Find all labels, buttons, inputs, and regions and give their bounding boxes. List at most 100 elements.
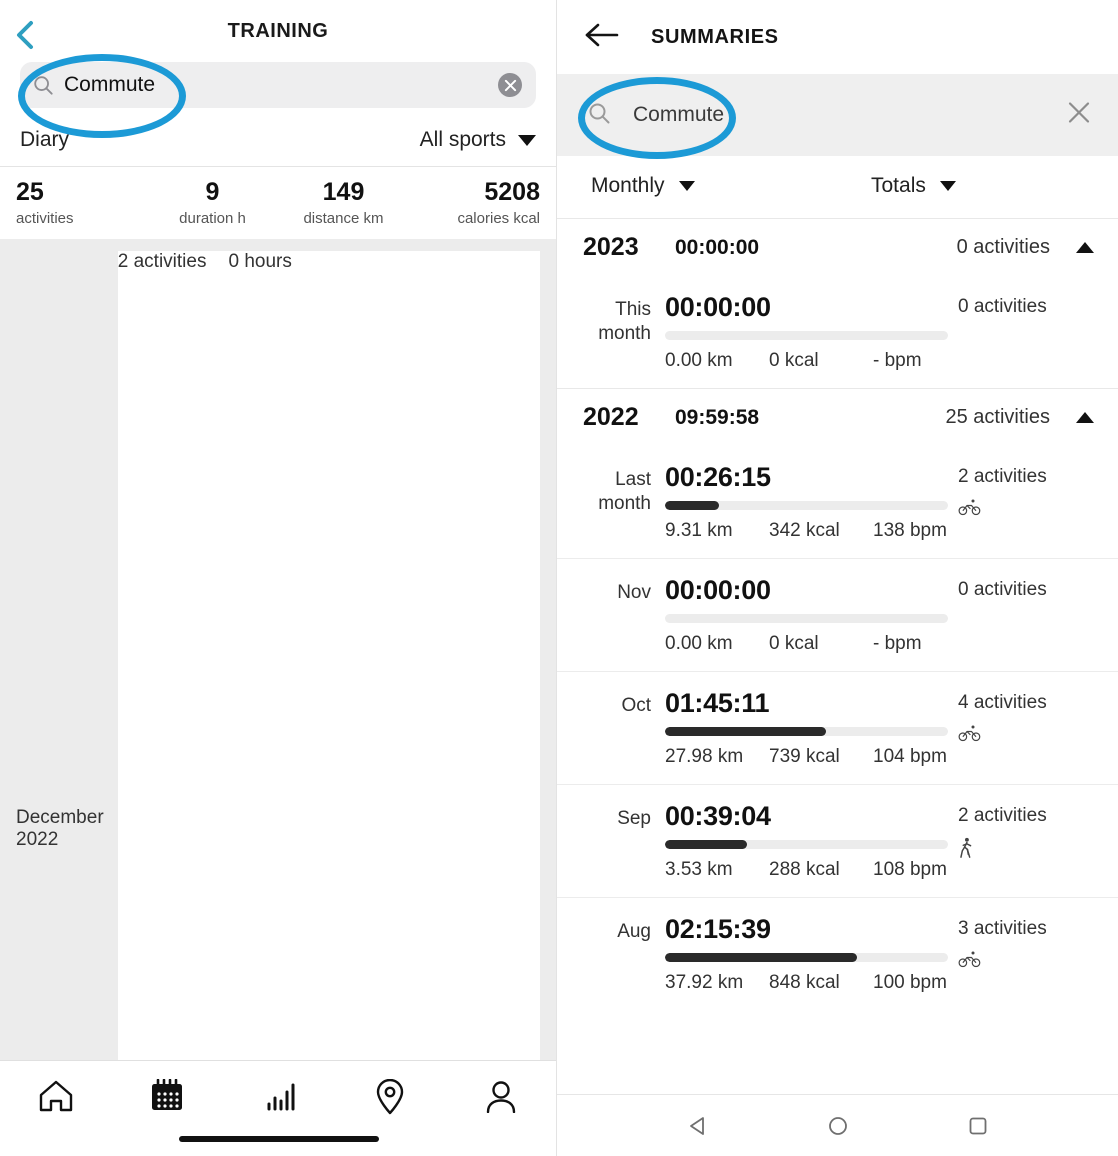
row-activities: 0 activities bbox=[958, 579, 1047, 600]
chevron-left-icon[interactable] bbox=[12, 20, 38, 50]
person-icon bbox=[484, 1079, 518, 1118]
year-header-2023[interactable]: 2023 00:00:00 0 activities bbox=[557, 218, 1118, 276]
month-activities: 2 activities bbox=[117, 251, 207, 272]
row-period-label: Aug bbox=[617, 921, 651, 942]
row-duration: 00:00:00 bbox=[665, 292, 771, 322]
row-metrics: 27.98 km 739 kcal 104 bpm bbox=[665, 746, 958, 768]
page-title: SUMMARIES bbox=[651, 25, 779, 48]
tab-home[interactable] bbox=[0, 1079, 111, 1118]
training-topbar: TRAINING bbox=[0, 0, 556, 62]
summary-row[interactable]: Nov 00:00:00 0.00 km 0 kcal - bpm 0 acti… bbox=[557, 558, 1118, 671]
row-body: 02:15:39 37.92 km 848 kcal 100 bpm bbox=[665, 914, 958, 994]
month-title: December 2022 bbox=[16, 807, 104, 850]
year-activities: 0 activities bbox=[956, 236, 1050, 258]
clear-circle-icon[interactable] bbox=[498, 73, 522, 97]
row-progress-bar bbox=[665, 331, 948, 340]
year-label: 2023 bbox=[583, 233, 639, 261]
row-calories: 848 kcal bbox=[769, 972, 840, 993]
period-dropdown[interactable]: Monthly bbox=[591, 174, 871, 198]
tab-diary[interactable] bbox=[111, 1078, 222, 1118]
row-calories: 739 kcal bbox=[769, 746, 840, 767]
cycling-icon bbox=[958, 724, 1094, 747]
row-distance: 0.00 km bbox=[665, 350, 733, 371]
search-input-value[interactable]: Commute bbox=[64, 73, 155, 97]
search-input-value[interactable]: Commute bbox=[633, 103, 724, 127]
metric-label: Totals bbox=[871, 174, 926, 197]
android-recents-button[interactable] bbox=[967, 1115, 989, 1137]
row-metrics: 37.92 km 848 kcal 100 bpm bbox=[665, 972, 958, 994]
diary-label: Diary bbox=[20, 128, 70, 151]
chevron-up-icon[interactable] bbox=[1076, 242, 1094, 253]
chevron-up-icon[interactable] bbox=[1076, 412, 1094, 423]
row-duration: 00:26:15 bbox=[665, 462, 771, 492]
row-duration: 00:39:04 bbox=[665, 801, 771, 831]
cycling-icon bbox=[958, 950, 1094, 973]
row-progress-bar bbox=[665, 840, 948, 849]
search-bar[interactable]: Commute bbox=[557, 74, 1118, 156]
android-home-button[interactable] bbox=[827, 1115, 849, 1137]
row-metrics: 9.31 km 342 kcal 138 bpm bbox=[665, 520, 958, 542]
row-progress-bar bbox=[665, 614, 948, 623]
walking-icon bbox=[958, 837, 1094, 864]
row-calories: 0 kcal bbox=[769, 633, 819, 654]
summary-row[interactable]: Oct 01:45:11 27.98 km 739 kcal 104 bpm 4… bbox=[557, 671, 1118, 784]
search-container: Commute bbox=[0, 62, 556, 108]
row-distance: 9.31 km bbox=[665, 520, 733, 541]
tab-profile[interactable] bbox=[446, 1079, 556, 1118]
bottom-tab-bar bbox=[0, 1060, 556, 1156]
android-back-button[interactable] bbox=[687, 1115, 709, 1137]
map-pin-icon bbox=[374, 1078, 406, 1120]
android-navigation-bar bbox=[557, 1094, 1118, 1156]
row-duration: 01:45:11 bbox=[665, 688, 770, 718]
tab-map[interactable] bbox=[334, 1078, 445, 1120]
stat-calories: 5208 calories kcal bbox=[409, 177, 540, 227]
metric-dropdown[interactable]: Totals bbox=[871, 174, 956, 198]
arrow-left-icon[interactable] bbox=[585, 22, 619, 53]
search-bar[interactable]: Commute bbox=[20, 62, 536, 108]
summary-row[interactable]: This month 00:00:00 0.00 km 0 kcal - bpm… bbox=[557, 276, 1118, 388]
row-heartrate: 100 bpm bbox=[873, 972, 947, 993]
row-metrics: 0.00 km 0 kcal - bpm bbox=[665, 633, 958, 655]
stat-label: calories kcal bbox=[457, 210, 540, 227]
tab-progress[interactable] bbox=[223, 1079, 334, 1118]
row-body: 00:00:00 0.00 km 0 kcal - bpm bbox=[665, 292, 958, 372]
row-heartrate: 138 bpm bbox=[873, 520, 947, 541]
summaries-screen: SUMMARIES Commute Monthly Totals 2023 00… bbox=[557, 0, 1118, 1156]
stat-value: 9 bbox=[205, 178, 220, 206]
dual-screenshot: TRAINING Commute Diary All sports 25 act… bbox=[0, 0, 1118, 1156]
cycling-icon bbox=[958, 498, 1094, 521]
row-duration: 02:15:39 bbox=[665, 914, 771, 944]
summary-row[interactable]: Sep 00:39:04 3.53 km 288 kcal 108 bpm 2 … bbox=[557, 784, 1118, 897]
year-total-time: 00:00:00 bbox=[675, 235, 760, 259]
row-right: 0 activities bbox=[958, 292, 1094, 372]
chevron-down-icon bbox=[939, 181, 956, 191]
calendar-icon bbox=[149, 1078, 185, 1118]
stat-label: distance km bbox=[303, 210, 384, 227]
row-calories: 342 kcal bbox=[769, 520, 840, 541]
row-metrics: 0.00 km 0 kcal - bpm bbox=[665, 350, 958, 372]
summary-row[interactable]: Last month 00:26:15 9.31 km 342 kcal 138… bbox=[557, 446, 1118, 558]
row-duration: 00:00:00 bbox=[665, 575, 771, 605]
search-icon bbox=[32, 74, 54, 96]
row-period-label: Last month bbox=[598, 469, 651, 514]
row-right: 2 activities bbox=[958, 462, 1094, 542]
stat-value: 25 bbox=[16, 178, 44, 206]
row-metrics: 3.53 km 288 kcal 108 bpm bbox=[665, 859, 958, 881]
summary-row[interactable]: Aug 02:15:39 37.92 km 848 kcal 100 bpm 3… bbox=[557, 897, 1118, 1010]
row-body: 00:39:04 3.53 km 288 kcal 108 bpm bbox=[665, 801, 958, 881]
row-progress-bar bbox=[665, 501, 948, 510]
filters-row: Monthly Totals bbox=[557, 156, 1118, 218]
row-body: 00:00:00 0.00 km 0 kcal - bpm bbox=[665, 575, 958, 655]
row-period-label: Sep bbox=[617, 808, 651, 829]
row-calories: 288 kcal bbox=[769, 859, 840, 880]
close-x-icon[interactable] bbox=[1066, 100, 1092, 131]
sports-filter-dropdown[interactable]: All sports bbox=[420, 128, 536, 152]
year-label: 2022 bbox=[583, 403, 639, 431]
training-screen: TRAINING Commute Diary All sports 25 act… bbox=[0, 0, 557, 1156]
bar-chart-icon bbox=[261, 1079, 297, 1118]
stat-label: activities bbox=[16, 210, 74, 227]
home-icon bbox=[38, 1079, 74, 1118]
year-header-2022[interactable]: 2022 09:59:58 25 activities bbox=[557, 388, 1118, 446]
row-distance: 3.53 km bbox=[665, 859, 733, 880]
sports-filter-label: All sports bbox=[419, 128, 506, 151]
